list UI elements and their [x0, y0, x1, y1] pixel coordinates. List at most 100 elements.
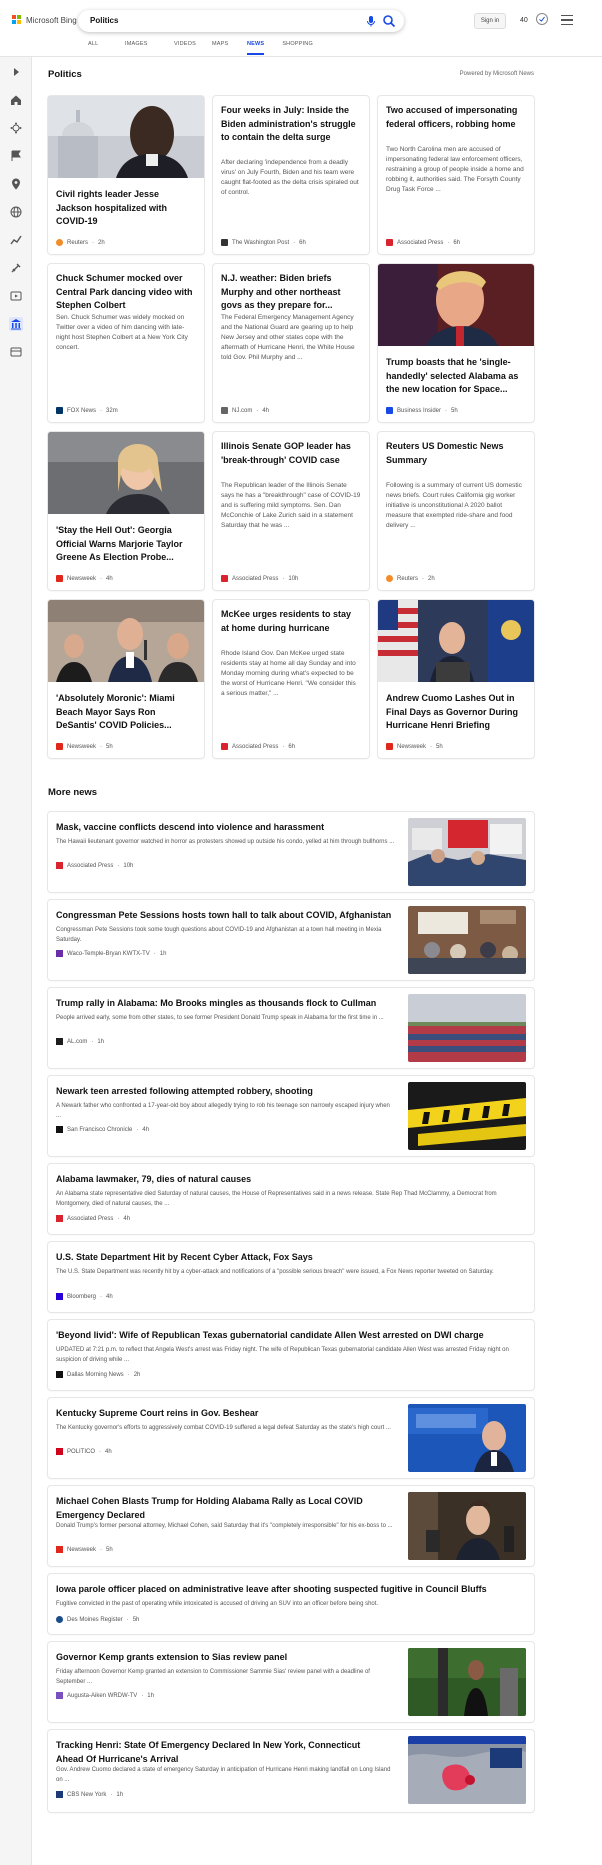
news-snippet: The U.S. State Department was recently h… [56, 1269, 494, 1275]
tab-maps[interactable]: MAPS [212, 38, 247, 55]
news-card[interactable]: McKee urges residents to stay at home du… [213, 600, 369, 758]
news-list-item[interactable]: Mask, vaccine conflicts descend into vio… [48, 812, 534, 892]
news-image [48, 432, 204, 514]
news-title[interactable]: Civil rights leader Jesse Jackson hospit… [56, 188, 196, 229]
news-list-item[interactable]: U.S. State Department Hit by Recent Cybe… [48, 1242, 534, 1312]
news-title[interactable]: Illinois Senate GOP leader has 'break-th… [221, 440, 361, 467]
bing-logo[interactable]: Microsoft Bing [12, 15, 77, 25]
news-title[interactable]: Governor Kemp grants extension to Sias r… [56, 1651, 396, 1665]
microphone-icon[interactable] [364, 14, 378, 28]
news-list-item[interactable]: Governor Kemp grants extension to Sias r… [48, 1642, 534, 1722]
news-source: Des Moines Register · 5h [56, 1616, 139, 1623]
news-source: Waco-Temple-Bryan KWTX-TV · 1h [56, 950, 166, 957]
news-list-item[interactable]: Newark teen arrested following attempted… [48, 1076, 534, 1156]
expand-icon[interactable] [9, 65, 23, 79]
entertainment-icon[interactable] [9, 289, 23, 303]
politics-icon[interactable] [9, 317, 23, 331]
news-list-item[interactable]: Michael Cohen Blasts Trump for Holding A… [48, 1486, 534, 1566]
news-list-item[interactable]: Alabama lawmaker, 79, dies of natural ca… [48, 1164, 534, 1234]
news-card[interactable]: 'Absolutely Moronic': Miami Beach Mayor … [48, 600, 204, 758]
news-list-item[interactable]: Iowa parole officer placed on administra… [48, 1574, 534, 1634]
news-snippet: UPDATED at 7:21 p.m. to reflect that Ang… [56, 1347, 509, 1363]
news-source: Newsweek · 5h [56, 743, 113, 750]
news-snippet: Fugitive convicted in the past of operat… [56, 1601, 379, 1607]
news-card[interactable]: Two accused of impersonating federal off… [378, 96, 534, 254]
news-title[interactable]: Iowa parole officer placed on administra… [56, 1583, 526, 1597]
news-title[interactable]: 'Beyond livid': Wife of Republican Texas… [56, 1329, 526, 1343]
news-snippet: An Alabama state representative died Sat… [56, 1191, 497, 1207]
news-snippet: The Federal Emergency Management Agency … [221, 314, 355, 361]
news-card[interactable]: Andrew Cuomo Lashes Out in Final Days as… [378, 600, 534, 758]
newsweek-logo-icon [386, 743, 393, 750]
news-title[interactable]: U.S. State Department Hit by Recent Cybe… [56, 1251, 526, 1265]
fox-news-logo-icon [56, 407, 63, 414]
news-card[interactable]: Four weeks in July: Inside the Biden adm… [213, 96, 369, 254]
news-title[interactable]: Reuters US Domestic News Summary [386, 440, 526, 467]
menu-icon[interactable] [561, 15, 573, 25]
news-image [408, 1082, 526, 1150]
location-icon[interactable] [9, 177, 23, 191]
search-input[interactable]: Politics [90, 16, 118, 25]
news-list-item[interactable]: Kentucky Supreme Court reins in Gov. Bes… [48, 1398, 534, 1478]
tab-all[interactable]: ALL [88, 38, 125, 55]
news-title[interactable]: Two accused of impersonating federal off… [386, 104, 526, 131]
news-source: Associated Press · 10h [56, 862, 133, 869]
reuters-logo-icon [56, 239, 63, 246]
rewards-icon[interactable] [535, 12, 549, 26]
news-source: Bloomberg · 4h [56, 1293, 113, 1300]
politico-logo-icon [56, 1448, 63, 1455]
news-snippet: The Kentucky governor's efforts to aggre… [56, 1425, 391, 1431]
news-title[interactable]: Kentucky Supreme Court reins in Gov. Bes… [56, 1407, 396, 1421]
search-icon[interactable] [382, 14, 396, 28]
news-card[interactable]: Reuters US Domestic News Summary Followi… [378, 432, 534, 590]
news-title[interactable]: McKee urges residents to stay at home du… [221, 608, 361, 635]
news-source: Newsweek · 5h [56, 1546, 113, 1553]
news-list-item[interactable]: 'Beyond livid': Wife of Republican Texas… [48, 1320, 534, 1390]
news-list-item[interactable]: Congressman Pete Sessions hosts town hal… [48, 900, 534, 980]
news-title[interactable]: Trump rally in Alabama: Mo Brooks mingle… [56, 997, 396, 1011]
news-image [48, 600, 204, 682]
news-card[interactable]: 'Stay the Hell Out': Georgia Official Wa… [48, 432, 204, 590]
news-list-item[interactable]: Trump rally in Alabama: Mo Brooks mingle… [48, 988, 534, 1068]
rewards-points[interactable]: 40 [520, 17, 528, 24]
news-title[interactable]: Michael Cohen Blasts Trump for Holding A… [56, 1495, 376, 1522]
home-icon[interactable] [9, 93, 23, 107]
news-title[interactable]: Trump boasts that he 'single-handedly' s… [386, 356, 526, 397]
news-card[interactable]: Trump boasts that he 'single-handedly' s… [378, 264, 534, 422]
news-title[interactable]: Mask, vaccine conflicts descend into vio… [56, 821, 396, 835]
top-bar: Microsoft Bing Politics Sign in 40 ALL I… [0, 0, 602, 56]
logo-text: Microsoft Bing [26, 15, 77, 25]
news-title[interactable]: N.J. weather: Biden briefs Murphy and ot… [221, 272, 361, 313]
sign-in-button[interactable]: Sign in [474, 13, 506, 29]
world-icon[interactable] [9, 205, 23, 219]
tab-shopping[interactable]: SHOPPING [282, 38, 313, 55]
news-title[interactable]: 'Absolutely Moronic': Miami Beach Mayor … [56, 692, 196, 733]
business-icon[interactable] [9, 233, 23, 247]
flag-icon[interactable] [9, 149, 23, 163]
science-icon[interactable] [9, 261, 23, 275]
news-source: Reuters · 2h [56, 239, 105, 246]
news-source: Dallas Morning News · 2h [56, 1371, 140, 1378]
news-title[interactable]: Chuck Schumer mocked over Central Park d… [56, 272, 196, 313]
news-snippet: Donald Trump's former personal attorney,… [56, 1523, 393, 1529]
news-title[interactable]: 'Stay the Hell Out': Georgia Official Wa… [56, 524, 196, 565]
microsoft-logo-icon [12, 15, 22, 25]
news-title[interactable]: Congressman Pete Sessions hosts town hal… [56, 909, 396, 923]
news-card[interactable]: N.J. weather: Biden briefs Murphy and ot… [213, 264, 369, 422]
tab-news[interactable]: NEWS [247, 38, 265, 55]
news-title[interactable]: Andrew Cuomo Lashes Out in Final Days as… [386, 692, 526, 733]
news-card[interactable]: Civil rights leader Jesse Jackson hospit… [48, 96, 204, 254]
news-title[interactable]: Newark teen arrested following attempted… [56, 1085, 396, 1099]
tab-videos[interactable]: VIDEOS [174, 38, 212, 55]
news-title[interactable]: Alabama lawmaker, 79, dies of natural ca… [56, 1173, 526, 1187]
news-title[interactable]: Tracking Henri: State Of Emergency Decla… [56, 1739, 376, 1766]
more-topics-icon[interactable] [9, 345, 23, 359]
news-card[interactable]: Illinois Senate GOP leader has 'break-th… [213, 432, 369, 590]
coronavirus-icon[interactable] [9, 121, 23, 135]
news-card[interactable]: Chuck Schumer mocked over Central Park d… [48, 264, 204, 422]
news-source: San Francisco Chronicle · 4h [56, 1126, 149, 1133]
news-list-item[interactable]: Tracking Henri: State Of Emergency Decla… [48, 1730, 534, 1812]
search-box[interactable]: Politics [78, 10, 404, 32]
news-title[interactable]: Four weeks in July: Inside the Biden adm… [221, 104, 361, 145]
tab-images[interactable]: IMAGES [125, 38, 174, 55]
